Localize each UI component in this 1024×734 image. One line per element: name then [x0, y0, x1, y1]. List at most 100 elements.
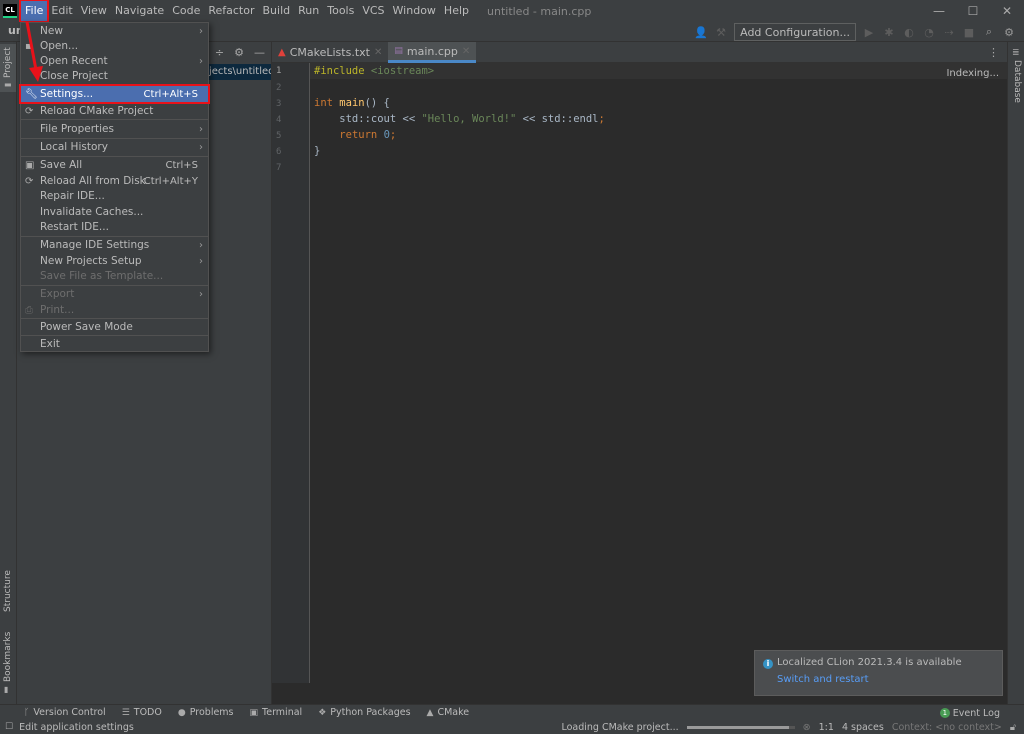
menu-item-manage-ide-settings[interactable]: Manage IDE Settings ›: [21, 237, 208, 253]
menu-code[interactable]: Code: [168, 1, 204, 21]
menu-item-new[interactable]: New ›: [21, 23, 208, 39]
close-tab-icon[interactable]: ✕: [462, 46, 470, 57]
menu-item-power-save-mode[interactable]: Power Save Mode: [21, 319, 208, 335]
build-hammer-icon[interactable]: ⚒: [714, 26, 728, 39]
status-hint: Edit application settings: [19, 721, 134, 733]
database-stripe-label[interactable]: Database: [1012, 60, 1022, 103]
file-menu-dropdown: New › ▪ Open... Open Recent › Close Project…: [19, 22, 210, 352]
toggle-tool-windows-icon[interactable]: ☐: [5, 722, 13, 732]
submenu-arrow-icon: ›: [199, 288, 203, 300]
menu-separator: [21, 84, 208, 85]
submenu-arrow-icon: ›: [199, 123, 203, 135]
reload-icon: ⟳: [25, 105, 34, 117]
code-editor[interactable]: 1 2 3 4 5 6 7 #include <iostream> int ma…: [272, 63, 1007, 683]
profile-icon[interactable]: ◔: [922, 26, 936, 39]
menu-item-close-project[interactable]: Close Project: [21, 68, 208, 84]
window-controls: — ☐ ✕: [922, 0, 1024, 22]
folder-icon: ▬: [4, 80, 12, 89]
menu-item-exit[interactable]: Exit: [21, 336, 208, 352]
debug-icon[interactable]: ✱: [882, 26, 896, 39]
menu-view[interactable]: View: [77, 1, 111, 21]
tool-python-packages[interactable]: ❖ Python Packages: [318, 707, 410, 718]
submenu-arrow-icon: ›: [199, 255, 203, 267]
editor-gutter: 1 2 3 4 5 6 7: [272, 63, 310, 683]
editor-tabs: ▲ CMakeLists.txt ✕ ▤ main.cpp ✕ ⋮: [272, 42, 1007, 63]
menu-item-file-properties[interactable]: File Properties ›: [21, 121, 208, 137]
menu-item-reload-all[interactable]: ⟳ Reload All from Disk Ctrl+Alt+Y: [21, 173, 208, 189]
right-tool-stripe: ≣ Database: [1007, 42, 1024, 704]
bookmark-icon: ▮: [4, 685, 9, 694]
lock-icon[interactable]: 🔓︎: [1010, 722, 1016, 733]
indent-setting[interactable]: 4 spaces: [842, 722, 884, 733]
notification-text: Localized CLion 2021.3.4 is available: [777, 657, 962, 668]
line-number: 1: [276, 66, 282, 76]
database-icon: ≣: [1012, 48, 1020, 58]
switch-and-restart-link[interactable]: Switch and restart: [777, 674, 869, 685]
line-number: 7: [276, 163, 282, 173]
project-stripe-label[interactable]: Project: [3, 47, 13, 78]
more-tabs-icon[interactable]: ⋮: [988, 46, 999, 59]
tool-cmake[interactable]: ▲ CMake: [427, 707, 470, 718]
menu-run[interactable]: Run: [294, 1, 323, 21]
search-icon[interactable]: ⌕: [982, 25, 996, 39]
cancel-progress-icon[interactable]: ⊗: [803, 722, 811, 733]
menu-item-save-all[interactable]: ▣ Save All Ctrl+S: [21, 157, 208, 173]
run-icon[interactable]: ▶: [862, 26, 876, 39]
menu-item-invalidate-caches[interactable]: Invalidate Caches...: [21, 204, 208, 220]
attach-icon[interactable]: ⇢: [942, 26, 956, 39]
structure-stripe-label[interactable]: Structure: [3, 570, 13, 612]
event-log-button[interactable]: 1 Event Log: [939, 705, 1000, 721]
menu-item-print: ⎙ Print...: [25, 304, 75, 316]
menu-build[interactable]: Build: [259, 1, 295, 21]
progress-fill: [686, 725, 790, 729]
menu-navigate[interactable]: Navigate: [111, 1, 168, 21]
hide-panel-icon[interactable]: —: [254, 46, 265, 59]
tool-problems[interactable]: ● Problems: [178, 707, 234, 718]
tool-todo[interactable]: ☰ TODO: [122, 707, 162, 718]
maximize-button[interactable]: ☐: [956, 0, 990, 22]
coverage-icon[interactable]: ◐: [902, 26, 916, 39]
menu-edit[interactable]: Edit: [47, 1, 76, 21]
bookmarks-stripe-label[interactable]: Bookmarks: [3, 632, 13, 682]
gear-icon[interactable]: ⚙: [1002, 26, 1016, 39]
menu-item-local-history[interactable]: Local History ›: [21, 139, 208, 155]
indexing-status: Indexing...: [946, 68, 999, 79]
code-line-6: }: [314, 145, 321, 157]
menu-window[interactable]: Window: [389, 1, 440, 21]
user-icon[interactable]: 👤: [694, 26, 708, 39]
menu-item-export: Export ›: [40, 288, 203, 300]
tab-main-cpp[interactable]: ▤ main.cpp ✕: [388, 42, 477, 63]
collapse-all-icon[interactable]: ÷: [215, 46, 224, 59]
caret-position[interactable]: 1:1: [819, 722, 834, 733]
tool-terminal[interactable]: ▣ Terminal: [250, 707, 303, 718]
context-selector[interactable]: Context: <no context>: [892, 722, 1002, 733]
menu-item-repair-ide[interactable]: Repair IDE...: [21, 188, 208, 204]
menu-tools[interactable]: Tools: [323, 1, 358, 21]
line-number: 6: [276, 147, 282, 157]
menu-file[interactable]: File: [18, 0, 50, 23]
title-bar: CL File Edit View Navigate Code Refactor…: [0, 0, 1024, 23]
menu-item-reload-cmake[interactable]: ⟳ Reload CMake Project: [21, 103, 208, 119]
menu-item-settings[interactable]: 🔧︎ Settings... Ctrl+Alt+S: [19, 84, 210, 104]
project-tree-root[interactable]: jects\untitled: [207, 64, 271, 80]
add-configuration-button[interactable]: Add Configuration...: [734, 23, 856, 41]
cpp-file-icon: ▤: [394, 46, 403, 56]
menu-bar: File Edit View Navigate Code Refactor Bu…: [18, 0, 473, 23]
line-number: 3: [276, 99, 282, 109]
cmake-icon: ▲: [426, 707, 434, 718]
tool-version-control[interactable]: ᚴ Version Control: [24, 707, 106, 718]
close-window-button[interactable]: ✕: [990, 0, 1024, 22]
menu-item-restart-ide[interactable]: Restart IDE...: [21, 219, 208, 235]
close-tab-icon[interactable]: ✕: [374, 47, 382, 58]
menu-item-new-projects-setup[interactable]: New Projects Setup ›: [21, 253, 208, 269]
menu-vcs[interactable]: VCS: [358, 1, 388, 21]
minimize-button[interactable]: —: [922, 0, 956, 22]
menu-help[interactable]: Help: [440, 1, 473, 21]
panel-settings-icon[interactable]: ⚙: [234, 46, 244, 59]
tab-cmakelists[interactable]: ▲ CMakeLists.txt ✕: [272, 42, 388, 63]
menu-item-open[interactable]: ▪ Open...: [21, 38, 208, 54]
stop-icon[interactable]: ■: [962, 26, 976, 39]
menu-item-open-recent[interactable]: Open Recent ›: [21, 53, 208, 69]
menu-refactor[interactable]: Refactor: [204, 1, 258, 21]
list-icon: ☰: [121, 707, 130, 718]
